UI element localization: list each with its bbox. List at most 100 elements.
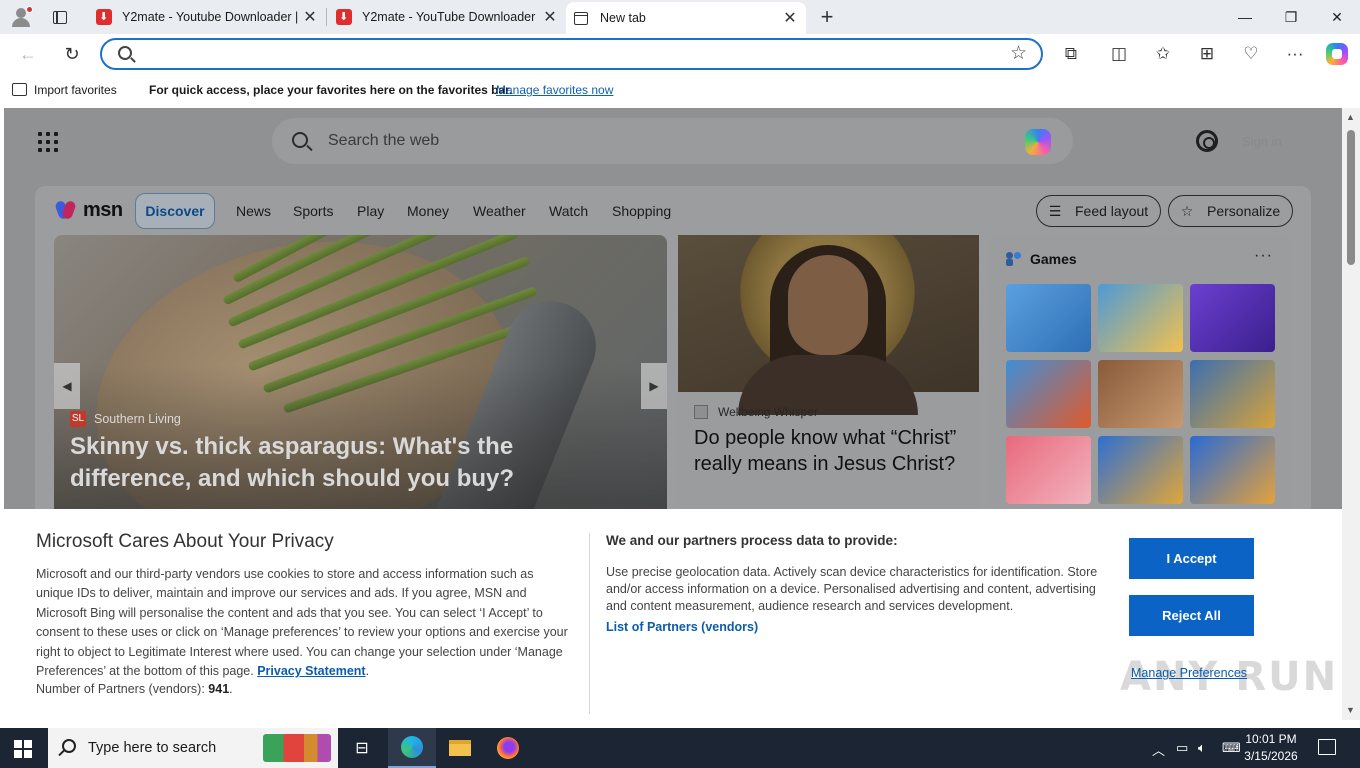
taskbar-search-placeholder: Type here to search bbox=[88, 740, 217, 756]
nav-sports[interactable]: Sports bbox=[293, 193, 333, 229]
clock-date: 3/15/2026 bbox=[1244, 749, 1298, 763]
network-icon[interactable]: ▭ bbox=[1176, 740, 1188, 756]
story-source: Wellbeing Whisper bbox=[694, 405, 818, 419]
tab-actions-icon[interactable] bbox=[50, 7, 70, 27]
restore-button[interactable]: ❐ bbox=[1268, 0, 1314, 34]
story-headline[interactable]: Do people know what “Christ” really mean… bbox=[694, 425, 974, 477]
feed-layout-button[interactable]: ☰ Feed layout bbox=[1036, 195, 1162, 227]
privacy-statement-link[interactable]: Privacy Statement bbox=[257, 664, 365, 678]
privacy-consent-banner: Microsoft Cares About Your Privacy Micro… bbox=[4, 509, 1342, 720]
y2mate-favicon-icon bbox=[96, 9, 112, 25]
more-menu-icon[interactable]: ··· bbox=[1284, 43, 1306, 65]
game-tile[interactable] bbox=[1006, 284, 1091, 352]
nav-money[interactable]: Money bbox=[407, 193, 449, 229]
nav-news[interactable]: News bbox=[236, 193, 271, 229]
refresh-icon[interactable]: ↻ bbox=[58, 40, 86, 68]
carousel-next-icon[interactable]: ▶ bbox=[641, 363, 667, 409]
carousel-prev-icon[interactable]: ◀ bbox=[54, 363, 80, 409]
tab-close-icon[interactable]: ✕ bbox=[782, 8, 798, 28]
firefox-icon[interactable] bbox=[484, 728, 532, 768]
nav-discover[interactable]: Discover bbox=[135, 193, 215, 229]
notification-center-icon[interactable] bbox=[1318, 739, 1336, 755]
tab-new-tab[interactable]: New tab ✕ bbox=[566, 2, 806, 34]
scroll-down-icon[interactable]: ▼ bbox=[1346, 705, 1355, 715]
accept-button[interactable]: I Accept bbox=[1129, 538, 1254, 579]
tab-close-icon[interactable]: ✕ bbox=[542, 7, 558, 27]
hero-story-card[interactable]: ◀ ▶ SL Southern Living Skinny vs. thick … bbox=[54, 235, 667, 515]
favorites-icon[interactable]: ✩ bbox=[1152, 43, 1174, 65]
msn-logo-text: msn bbox=[83, 198, 123, 221]
app-launcher-icon[interactable] bbox=[38, 132, 58, 152]
game-tile[interactable] bbox=[1098, 360, 1183, 428]
manage-favorites-link[interactable]: Manage favorites now bbox=[496, 83, 613, 97]
nav-play[interactable]: Play bbox=[357, 193, 384, 229]
taskbar-search-box[interactable]: Type here to search bbox=[48, 728, 338, 768]
divider bbox=[589, 533, 590, 714]
tab-title: Y2mate - YouTube Downloader bbox=[362, 10, 536, 24]
nav-watch[interactable]: Watch bbox=[549, 193, 588, 229]
settings-gear-icon[interactable] bbox=[1196, 130, 1218, 152]
import-favorites-icon[interactable] bbox=[12, 83, 27, 96]
copilot-icon[interactable] bbox=[1025, 129, 1051, 155]
sparkle-star-icon: ☆ bbox=[1180, 203, 1194, 219]
search-highlight-gifts-icon[interactable] bbox=[263, 734, 331, 762]
web-search-box[interactable]: Search the web bbox=[272, 118, 1073, 164]
partners-count: Number of Partners (vendors): 941. bbox=[36, 682, 233, 696]
favorites-bar: Import favorites For quick access, place… bbox=[0, 74, 1360, 106]
copilot-icon[interactable] bbox=[1326, 43, 1348, 65]
minimize-button[interactable]: — bbox=[1222, 0, 1268, 34]
games-icon bbox=[1006, 252, 1022, 266]
tray-chevron-icon[interactable]: ︿ bbox=[1152, 740, 1165, 759]
tab-y2mate-1[interactable]: Y2mate - Youtube Downloader | D ✕ bbox=[84, 0, 326, 34]
y2mate-favicon-icon bbox=[336, 9, 352, 25]
game-tile[interactable] bbox=[1006, 360, 1091, 428]
vertical-scrollbar[interactable]: ▲ ▼ bbox=[1342, 108, 1360, 720]
hero-headline[interactable]: Skinny vs. thick asparagus: What's the d… bbox=[70, 431, 630, 495]
tab-close-icon[interactable]: ✕ bbox=[302, 7, 318, 27]
collections-icon[interactable]: ⊞ bbox=[1196, 43, 1218, 65]
tab-title: New tab bbox=[600, 11, 646, 25]
close-window-button[interactable]: ✕ bbox=[1314, 0, 1360, 34]
games-more-icon[interactable]: ··· bbox=[1254, 247, 1273, 265]
personalize-button[interactable]: ☆ Personalize bbox=[1168, 195, 1294, 227]
reject-all-button[interactable]: Reject All bbox=[1129, 595, 1254, 636]
volume-icon[interactable]: 🔈︎ bbox=[1198, 740, 1206, 756]
nav-shopping[interactable]: Shopping bbox=[612, 193, 671, 229]
feed-layout-label: Feed layout bbox=[1075, 203, 1149, 219]
back-arrow-icon[interactable]: ← bbox=[14, 40, 42, 68]
browser-essentials-icon[interactable]: ♡ bbox=[1240, 43, 1262, 65]
icon-painting-image bbox=[678, 235, 979, 415]
windows-start-icon[interactable] bbox=[14, 740, 32, 758]
address-bar[interactable]: ☆ bbox=[100, 38, 1043, 70]
tab-y2mate-2[interactable]: Y2mate - YouTube Downloader ✕ bbox=[324, 0, 566, 34]
game-tile[interactable] bbox=[1190, 360, 1275, 428]
southern-living-icon: SL bbox=[70, 411, 86, 427]
manage-preferences-link[interactable]: Manage Preferences bbox=[1131, 666, 1247, 680]
msn-butterfly-icon bbox=[54, 199, 79, 221]
story-card[interactable]: Wellbeing Whisper Do people know what “C… bbox=[678, 235, 979, 515]
game-tile[interactable] bbox=[1006, 436, 1091, 504]
nav-weather[interactable]: Weather bbox=[473, 193, 526, 229]
favorite-star-icon[interactable]: ☆ bbox=[1010, 42, 1027, 65]
profile-avatar-icon[interactable] bbox=[10, 6, 34, 28]
game-tile[interactable] bbox=[1098, 284, 1183, 352]
game-tile[interactable] bbox=[1190, 436, 1275, 504]
msn-logo[interactable]: msn bbox=[54, 198, 123, 222]
system-clock[interactable]: 10:01 PM 3/15/2026 bbox=[1238, 731, 1304, 765]
task-view-icon[interactable]: ⊟ bbox=[338, 728, 386, 768]
scrollbar-thumb[interactable] bbox=[1347, 130, 1355, 265]
new-tab-button[interactable]: + bbox=[816, 4, 838, 30]
sign-in-button[interactable]: Sign in bbox=[1242, 134, 1282, 149]
game-tile[interactable] bbox=[1098, 436, 1183, 504]
scroll-up-icon[interactable]: ▲ bbox=[1346, 112, 1355, 122]
edge-taskbar-icon[interactable] bbox=[388, 728, 436, 768]
game-tile[interactable] bbox=[1190, 284, 1275, 352]
games-header[interactable]: Games bbox=[1006, 251, 1077, 267]
vendors-list-link[interactable]: List of Partners (vendors) bbox=[606, 620, 758, 634]
split-screen-icon[interactable]: ◫ bbox=[1108, 43, 1130, 65]
import-favorites-button[interactable]: Import favorites bbox=[34, 83, 117, 97]
extensions-icon[interactable]: ⧉ bbox=[1060, 43, 1082, 65]
partners-number: 941 bbox=[208, 682, 230, 696]
file-explorer-icon[interactable] bbox=[436, 728, 484, 768]
windows-taskbar: Type here to search ⊟ ︿ ▭ 🔈︎ ⌨︎ 10:01 PM… bbox=[0, 728, 1360, 768]
